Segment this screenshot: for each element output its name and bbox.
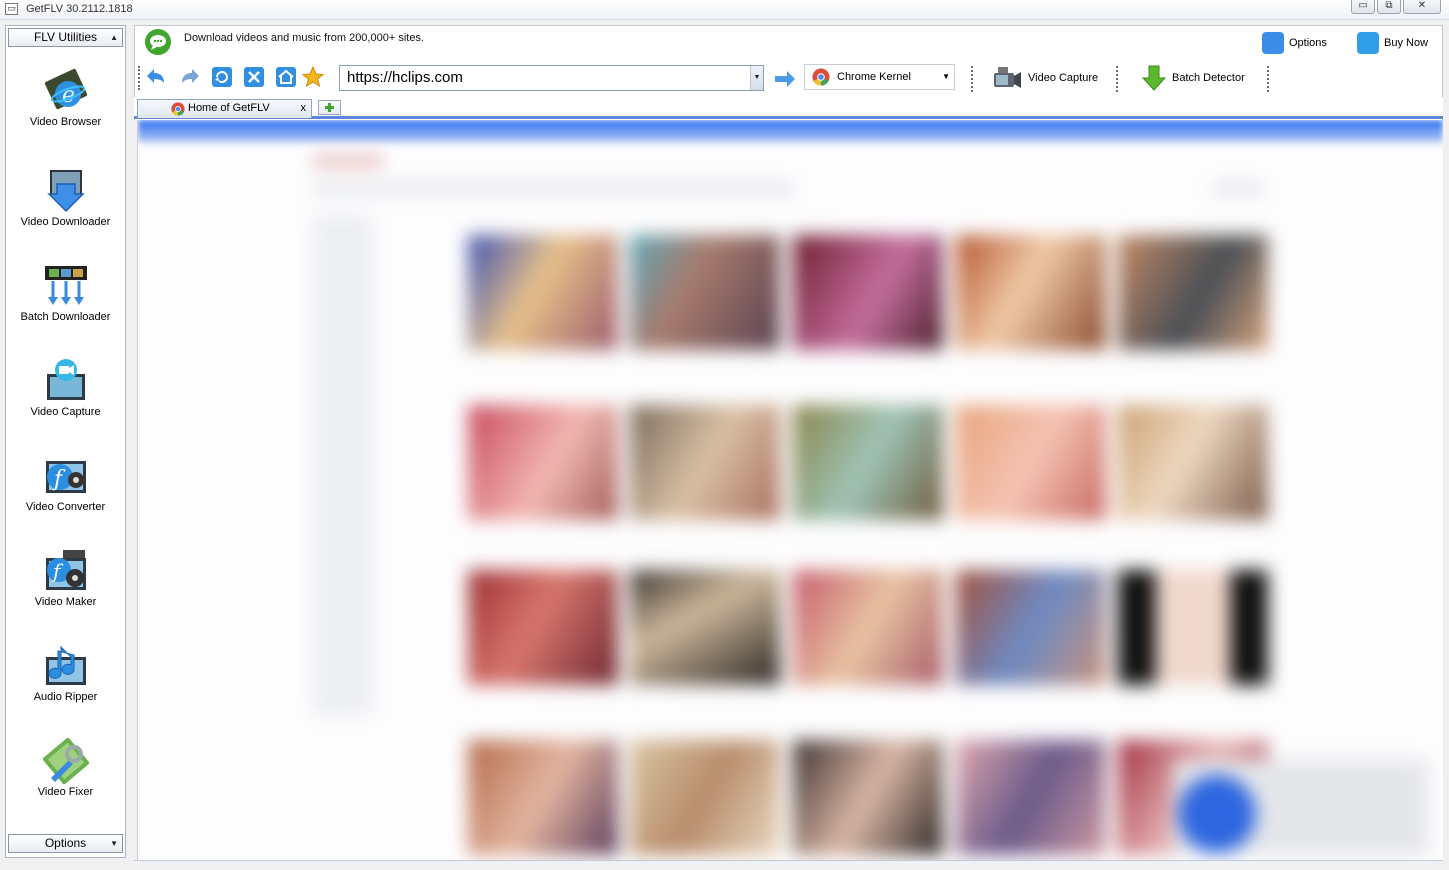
video-browser-icon: e (44, 68, 87, 110)
camcorder-icon (994, 67, 1021, 89)
options-combo-label: Options (44, 836, 87, 850)
tool-label: Video Downloader (20, 216, 111, 228)
tool-video-fixer[interactable]: Video Fixer (6, 738, 125, 798)
tool-video-capture[interactable]: Video Capture (6, 358, 125, 418)
buy-now-button[interactable]: Buy Now (1357, 32, 1428, 56)
kernel-caret-icon: ▼ (942, 72, 950, 81)
tab-home-of-getflv[interactable]: Home of GetFLV x (137, 99, 312, 118)
video-capture-button[interactable]: Video Capture (992, 64, 1098, 92)
blurred-page-content (138, 120, 1443, 860)
video-downloader-icon (46, 170, 85, 213)
buy-now-icon (1357, 32, 1379, 55)
title-bar: ▭ GetFLV 30.2112.1818 ▭ ⧉ ✕ (0, 0, 1449, 20)
toolbar-separator (971, 66, 973, 92)
promo-message: Download videos and music from 200,000+ … (184, 32, 424, 44)
tab-strip: Home of GetFLV x (134, 97, 1443, 119)
tool-label: Batch Downloader (20, 311, 111, 323)
batch-detector-button[interactable]: Batch Detector (1141, 64, 1245, 92)
url-dropdown-button[interactable]: ▼ (750, 66, 763, 90)
video-converter-icon: f (45, 461, 86, 493)
buy-now-label: Buy Now (1384, 37, 1429, 49)
home-icon[interactable] (275, 66, 297, 88)
options-label: Options (1289, 37, 1327, 49)
chrome-icon (171, 102, 185, 116)
caret-down-icon: ▼ (110, 839, 118, 848)
favorite-star-icon[interactable] (302, 66, 324, 88)
toolbar-separator (1267, 66, 1269, 92)
kernel-label: Chrome Kernel (837, 71, 911, 83)
stop-icon[interactable] (243, 66, 265, 88)
refresh-icon[interactable] (211, 66, 233, 88)
toolbar-grip (138, 66, 140, 90)
getflv-window: ▭ GetFLV 30.2112.1818 ▭ ⧉ ✕ FLV Utilitie… (0, 0, 1449, 870)
tool-video-converter[interactable]: f Video Converter (6, 453, 125, 513)
caret-up-icon: ▲ (110, 33, 118, 42)
plus-icon (325, 103, 334, 112)
restore-button[interactable]: ⧉ (1377, 0, 1401, 14)
tool-label: Video Converter (25, 501, 106, 513)
video-capture-label: Video Capture (1028, 72, 1099, 84)
status-bar (134, 860, 1443, 866)
batch-downloader-icon (44, 266, 87, 305)
tool-label: Video Capture (30, 406, 101, 418)
tool-label: Video Maker (34, 596, 97, 608)
restore-icon: ⧉ (1385, 0, 1393, 11)
audio-ripper-icon (45, 645, 86, 685)
minimize-icon: ▭ (1358, 0, 1368, 11)
tool-audio-ripper[interactable]: Audio Ripper (6, 643, 125, 703)
options-button[interactable]: Options (1262, 32, 1327, 56)
tool-batch-downloader[interactable]: Batch Downloader (6, 263, 125, 323)
go-arrow-icon[interactable] (774, 68, 796, 90)
chrome-icon (812, 68, 830, 86)
tool-label: Audio Ripper (33, 691, 98, 703)
video-maker-icon: f (45, 550, 86, 590)
batch-detector-label: Batch Detector (1172, 72, 1245, 84)
close-button[interactable]: ✕ (1403, 0, 1441, 14)
video-fixer-icon (42, 738, 89, 784)
new-tab-button[interactable] (318, 100, 341, 115)
tool-video-maker[interactable]: f Video Maker (6, 548, 125, 608)
video-capture-icon (46, 359, 85, 400)
options-combo[interactable]: Options ▼ (8, 834, 123, 853)
forward-icon[interactable] (178, 66, 200, 88)
browser-viewport[interactable] (137, 120, 1443, 860)
tab-title: Home of GetFLV (188, 102, 270, 114)
back-icon[interactable] (146, 66, 168, 88)
url-bar[interactable]: https://hclips.com ▼ (339, 65, 764, 91)
window-title: GetFLV 30.2112.1818 (26, 3, 133, 15)
flv-utilities-label: FLV Utilities (33, 30, 98, 44)
download-arrow-icon (1141, 65, 1167, 91)
tools-sidebar: FLV Utilities ▲ e Video Browser Video Do… (5, 25, 126, 858)
toolbar-separator (1116, 66, 1118, 92)
tab-close-icon[interactable]: x (301, 100, 307, 117)
close-icon: ✕ (1417, 0, 1427, 11)
tool-video-downloader[interactable]: Video Downloader (6, 168, 125, 228)
chat-bubble-icon (145, 29, 171, 55)
url-text: https://hclips.com (347, 69, 463, 86)
options-gear-icon (1262, 32, 1284, 55)
kernel-select[interactable]: Chrome Kernel ▼ (804, 64, 955, 90)
minimize-button[interactable]: ▭ (1351, 0, 1375, 14)
system-menu-icon[interactable]: ▭ (5, 3, 18, 15)
flv-utilities-combo[interactable]: FLV Utilities ▲ (8, 28, 123, 47)
tool-label: Video Browser (29, 116, 102, 128)
tool-video-browser[interactable]: e Video Browser (6, 68, 125, 128)
tool-label: Video Fixer (37, 786, 94, 798)
